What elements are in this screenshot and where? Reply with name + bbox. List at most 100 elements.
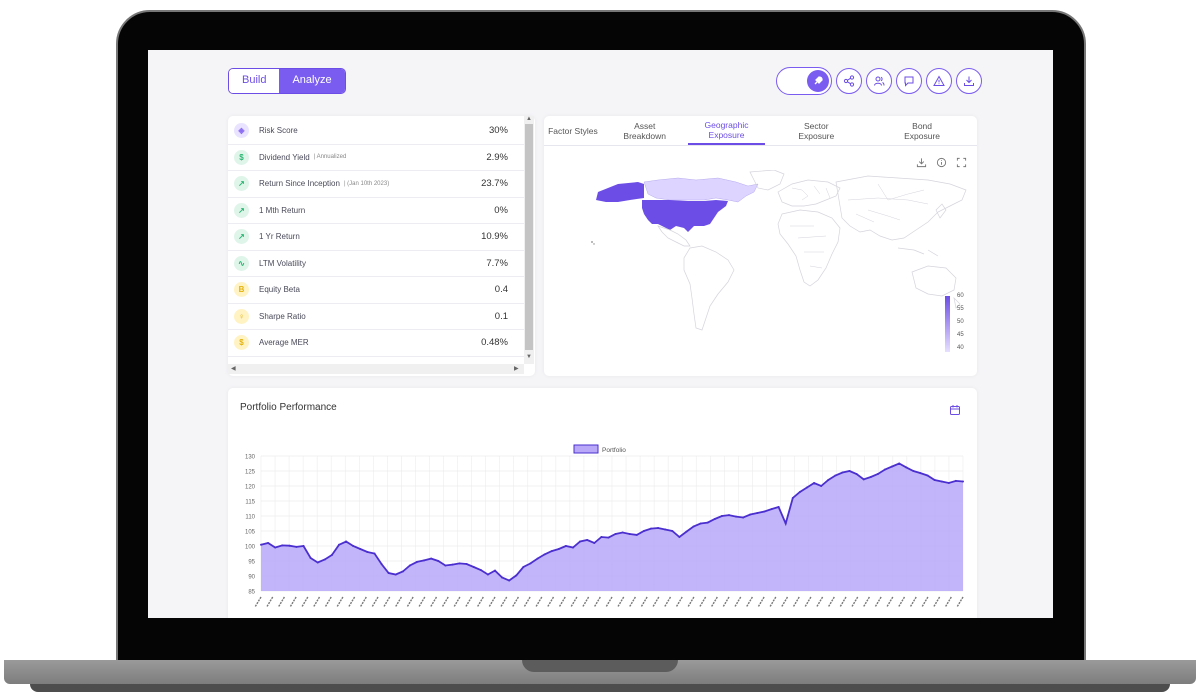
chart-x-tick-label [394, 596, 403, 608]
download-icon[interactable] [916, 157, 927, 168]
chart-point [763, 510, 766, 513]
metrics-horizontal-scrollbar[interactable]: ◀ ▶ [228, 364, 524, 374]
chart-point [564, 545, 567, 547]
chart-point [288, 544, 291, 547]
chart-point [685, 530, 688, 533]
chart-point [678, 536, 681, 538]
metric-value: 0.4 [494, 284, 508, 296]
chart-point [884, 468, 886, 471]
scroll-up-icon[interactable]: ▲ [526, 116, 532, 122]
chart-point [635, 533, 638, 536]
shield-icon: ◈ [234, 123, 249, 139]
chart-x-tick-label [441, 596, 449, 608]
comment-icon [904, 76, 914, 87]
portfolio-metrics-card: ◈ Risk Score 30% $ Dividend Yield | Annualize… [228, 116, 535, 376]
chart-point [274, 546, 277, 549]
chart-point [607, 536, 610, 539]
chart-point [501, 576, 504, 579]
chart-point [593, 542, 596, 544]
metric-label: Sharpe Ratio [259, 311, 306, 321]
chart-point [515, 574, 518, 577]
chart-x-tick-label [336, 596, 344, 608]
map-region-canada [643, 177, 759, 203]
chart-point [728, 514, 730, 517]
metric-value: 10.9% [481, 231, 508, 243]
tab-geographic-exposure[interactable]: Geographic Exposure [687, 116, 766, 145]
chart-point [479, 569, 482, 571]
users-button[interactable] [866, 68, 892, 94]
tab-sector-exposure[interactable]: Sector Exposure [765, 116, 867, 145]
chart-x-tick-label [301, 596, 309, 608]
metric-label: 1 Mth Return [259, 205, 306, 215]
trend-up-icon: ↗ [234, 202, 249, 218]
chart-x-tick-label [359, 596, 367, 608]
tab-asset-breakdown[interactable]: Asset Breakdown [602, 116, 688, 145]
chart-x-tick-label [453, 596, 461, 608]
metric-value: 0% [494, 204, 508, 216]
chart-x-tick-label [617, 596, 625, 608]
chart-point [628, 533, 631, 535]
chart-y-tick-label: 85 [248, 590, 255, 596]
fullscreen-icon[interactable] [956, 157, 967, 168]
scroll-left-icon[interactable]: ◀ [231, 365, 236, 372]
chart-point [841, 471, 844, 474]
comment-button[interactable] [896, 68, 922, 94]
chart-point [529, 562, 532, 565]
chart-y-tick-label: 95 [248, 560, 255, 566]
scroll-down-icon[interactable]: ▼ [526, 354, 532, 360]
chart-x-tick-label [769, 596, 777, 608]
map-legend-tick: 60 [957, 293, 964, 299]
share-button[interactable] [836, 68, 862, 94]
beta-icon: B [234, 282, 249, 298]
chart-x-tick-label [780, 596, 789, 608]
tab-factor-styles[interactable]: Factor Styles [544, 116, 602, 145]
metric-label: Equity Beta [259, 285, 300, 295]
metric-label: Return Since Inception [259, 179, 340, 189]
chart-point [508, 579, 511, 582]
chart-x-tick-label [581, 596, 590, 608]
map-legend-tick: 50 [957, 319, 964, 325]
warning-button[interactable] [926, 68, 952, 94]
metric-row: ↗ 1 Yr Return 10.9% [228, 224, 524, 251]
scroll-right-icon[interactable]: ▶ [514, 365, 519, 372]
launch-toggle[interactable] [776, 67, 832, 95]
performance-title: Portfolio Performance [240, 402, 337, 413]
chart-point [657, 527, 660, 529]
chart-point [891, 465, 894, 468]
metric-value: 23.7% [481, 178, 508, 190]
portfolio-performance-card: Portfolio Performance 130 125 120 115 110 105… [228, 388, 977, 618]
chart-y-tick-label: 110 [245, 515, 255, 521]
metric-sublabel: | (Jan 10th 2023) [343, 180, 390, 187]
chart-x-tick-label [956, 596, 964, 608]
chart-y-tick-label: 100 [245, 545, 256, 551]
info-icon[interactable] [936, 157, 947, 168]
metrics-vertical-scrollbar[interactable]: ▲ ▼ [524, 116, 534, 364]
chart-point [756, 512, 759, 514]
calendar-icon[interactable] [949, 404, 961, 416]
chart-x-tick-label [312, 596, 321, 608]
tab-bond-exposure[interactable]: Bond Exposure [867, 116, 977, 145]
action-bar [776, 67, 982, 95]
activity-icon: ∿ [234, 255, 249, 271]
chart-point [536, 557, 539, 560]
chart-point [862, 478, 865, 481]
laptop-base-shadow [30, 684, 1170, 692]
chart-point [692, 525, 695, 528]
chart-x-tick-label [347, 596, 356, 608]
chart-point [713, 518, 716, 520]
chart-point [650, 527, 652, 530]
chart-x-tick-label [429, 596, 438, 608]
metric-value: 2.9% [486, 151, 508, 163]
chart-point [614, 533, 617, 535]
chart-point [387, 572, 390, 574]
metric-label: LTM Volatility [259, 258, 306, 268]
map-legend-tick: 45 [957, 332, 964, 338]
chart-point [359, 548, 362, 550]
scrollbar-thumb[interactable] [525, 124, 533, 350]
chart-point [522, 566, 525, 568]
analyze-tab[interactable]: Analyze [279, 69, 345, 93]
chart-point [784, 522, 787, 525]
build-tab[interactable]: Build [229, 69, 280, 93]
chart-point [898, 462, 901, 465]
download-button[interactable] [956, 68, 982, 94]
